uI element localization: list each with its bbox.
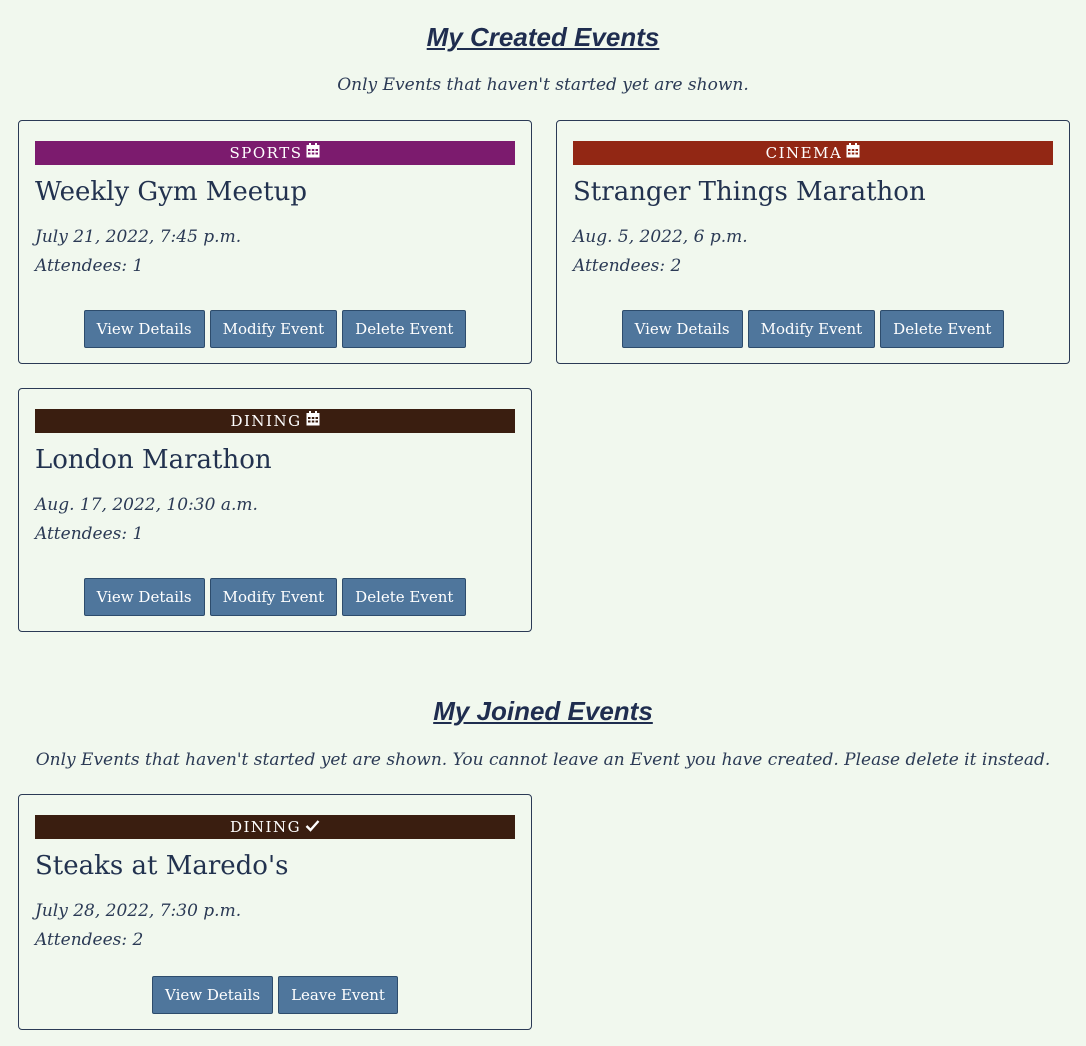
event-card: DINING Steaks at Maredo's July 28, 2022,… [18,794,532,1030]
event-card: DINING London Marathon Aug. 17, 2022, 10… [18,388,532,632]
event-date: July 28, 2022, 7:30 p.m. [35,901,242,921]
calendar-icon [306,409,320,433]
event-title: Weekly Gym Meetup [35,177,308,207]
event-card: SPORTS Weekly Gym Meetup July 21, 2022, … [18,120,532,364]
leave-event-button[interactable]: Leave Event [278,976,398,1014]
joined-events-note: Only Events that haven't started yet are… [35,750,1051,770]
event-card: CINEMA Stranger Things Marathon Aug. 5, … [556,120,1070,364]
delete-event-button[interactable]: Delete Event [342,578,467,616]
category-label: DINING [230,412,302,430]
modify-event-button[interactable]: Modify Event [209,310,338,348]
event-actions: View Details Leave Event [19,976,531,1014]
modify-event-button[interactable]: Modify Event [209,578,338,616]
joined-events-heading: My Joined Events [433,696,653,726]
calendar-icon [306,141,320,165]
event-attendees: Attendees: 2 [35,930,144,950]
view-details-button[interactable]: View Details [83,310,205,348]
event-actions: View Details Modify Event Delete Event [19,578,531,616]
event-attendees: Attendees: 1 [35,524,144,544]
category-label: CINEMA [765,144,843,162]
category-label: DINING [229,818,302,836]
event-date: Aug. 5, 2022, 6 p.m. [573,227,748,247]
event-actions: View Details Modify Event Delete Event [557,310,1069,348]
calendar-icon [846,141,860,165]
category-banner: DINING [35,409,515,433]
event-attendees: Attendees: 1 [35,256,144,276]
created-events-heading: My Created Events [426,22,660,52]
event-title: Steaks at Maredo's [35,851,289,881]
event-title: Stranger Things Marathon [573,177,926,207]
view-details-button[interactable]: View Details [83,578,205,616]
event-title: London Marathon [35,445,272,475]
event-date: July 21, 2022, 7:45 p.m. [35,227,242,247]
modify-event-button[interactable]: Modify Event [747,310,876,348]
check-icon [305,815,320,839]
created-events-note: Only Events that haven't started yet are… [337,75,749,95]
view-details-button[interactable]: View Details [621,310,743,348]
event-actions: View Details Modify Event Delete Event [19,310,531,348]
category-banner: SPORTS [35,141,515,165]
view-details-button[interactable]: View Details [152,976,274,1014]
category-banner: DINING [35,815,515,839]
delete-event-button[interactable]: Delete Event [880,310,1005,348]
category-banner: CINEMA [573,141,1053,165]
category-label: SPORTS [229,144,303,162]
delete-event-button[interactable]: Delete Event [342,310,467,348]
event-attendees: Attendees: 2 [573,256,682,276]
event-date: Aug. 17, 2022, 10:30 a.m. [35,495,258,515]
